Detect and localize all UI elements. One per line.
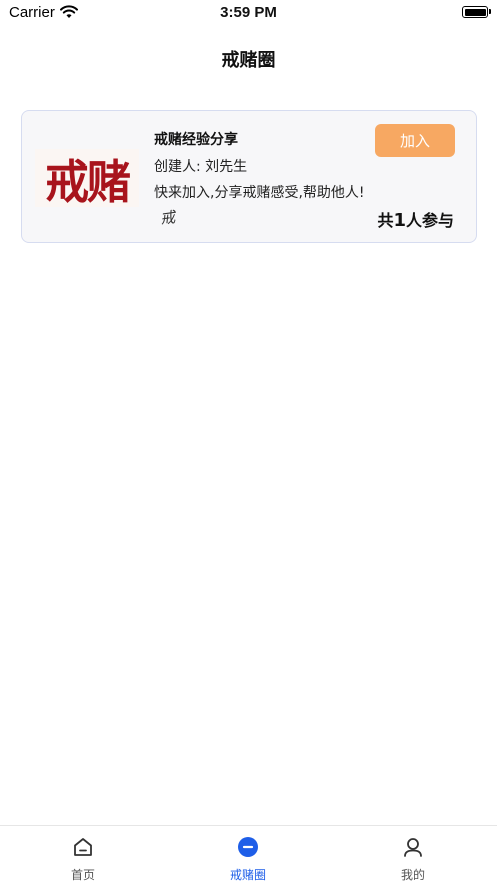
page-title: 戒赌圈 [221, 50, 276, 71]
join-button[interactable]: 加入 [375, 124, 455, 157]
group-logo: 戒赌 [35, 149, 139, 210]
tab-circle-label: 戒赌圈 [229, 868, 266, 882]
creator-name: 刘先生 [205, 159, 248, 175]
tab-home[interactable]: 首页 [23, 826, 143, 883]
creator-label: 创建人: [154, 159, 201, 175]
member-count-number: 1 [393, 210, 406, 231]
tab-profile-label: 我的 [400, 868, 425, 882]
member-count-suffix: 人参与 [405, 211, 454, 230]
tab-home-label: 首页 [70, 868, 95, 882]
battery-icon [462, 6, 488, 18]
status-time: 3:59 PM [220, 4, 277, 21]
minus-circle-icon [238, 837, 258, 857]
member-count: 共1人参与 [377, 207, 454, 231]
group-name: 戒赌经验分享 [154, 132, 238, 148]
tab-circle[interactable]: 戒赌圈 [188, 826, 308, 883]
member-count-prefix: 共 [377, 211, 394, 230]
group-logo-text: 戒赌 [45, 155, 131, 210]
member-avatar: 戒 [158, 208, 177, 228]
tab-profile[interactable]: 我的 [353, 826, 473, 883]
creator-row: 创建人: 刘先生 [154, 156, 247, 176]
group-card[interactable]: 戒赌 戒赌经验分享 创建人: 刘先生 快来加入,分享戒赌感受,帮助他人! 加入 … [21, 110, 477, 243]
tab-bar: 首页 戒赌圈 我的 [0, 825, 497, 883]
status-bar: Carrier 3:59 PM [0, 0, 497, 26]
group-description: 快来加入,分享戒赌感受,帮助他人! [154, 185, 365, 201]
user-icon [404, 838, 422, 857]
home-icon [74, 838, 92, 856]
battery-cap [489, 9, 491, 14]
